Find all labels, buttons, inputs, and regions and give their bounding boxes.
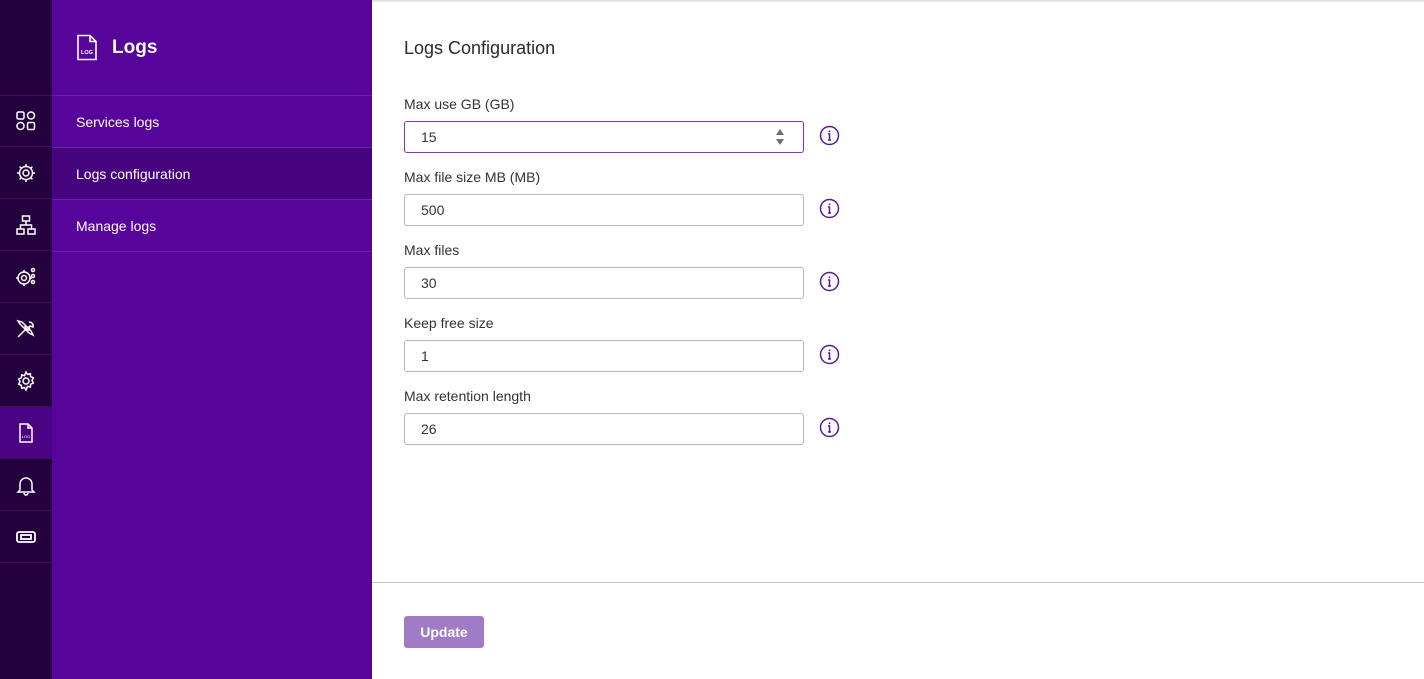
keep-free-size-input[interactable] xyxy=(404,340,804,372)
sidebar-header: LOG Logs xyxy=(52,0,372,96)
icon-rail: LOG xyxy=(0,0,52,679)
app-window: LOG LOG Logs Services logs Logs configur… xyxy=(0,0,1424,679)
settings-network-icon xyxy=(17,163,35,182)
advanced-settings-icon xyxy=(16,267,36,286)
max-retention-length-label: Max retention length xyxy=(404,388,531,404)
sidebar-item-manage-logs[interactable]: Manage logs xyxy=(52,200,372,252)
max-files-label: Max files xyxy=(404,242,460,258)
log-file-icon: LOG xyxy=(19,422,33,443)
number-spinner-icon[interactable] xyxy=(774,127,786,147)
ticket-icon xyxy=(16,530,36,543)
rail-item-logs[interactable]: LOG xyxy=(0,407,52,459)
update-button[interactable]: Update xyxy=(404,616,484,648)
footer-divider xyxy=(372,582,1424,583)
sidebar-item-services-logs[interactable]: Services logs xyxy=(52,96,372,148)
max-use-gb-label: Max use GB (GB) xyxy=(404,96,515,112)
top-shadow xyxy=(372,0,1424,3)
info-icon[interactable] xyxy=(819,198,840,219)
info-icon[interactable] xyxy=(819,417,840,438)
info-icon[interactable] xyxy=(819,271,840,292)
sidebar-item-logs-configuration[interactable]: Logs configuration xyxy=(52,148,372,200)
page-title: Logs Configuration xyxy=(404,38,556,58)
max-file-size-label: Max file size MB (MB) xyxy=(404,169,541,185)
max-retention-length-input[interactable] xyxy=(404,413,804,445)
rail-item-network[interactable] xyxy=(0,199,52,251)
info-icon[interactable] xyxy=(819,125,840,146)
max-use-gb-input[interactable] xyxy=(404,121,804,153)
rail-item-settings[interactable] xyxy=(0,355,52,407)
sidebar-title: Logs xyxy=(112,37,158,58)
info-icon[interactable] xyxy=(819,344,840,365)
rail-item-tools[interactable] xyxy=(0,303,52,355)
rail-item-notifications[interactable] xyxy=(0,459,52,511)
gear-icon xyxy=(17,369,35,392)
keep-free-size-label: Keep free size xyxy=(404,315,494,331)
max-files-input[interactable] xyxy=(404,267,804,299)
max-file-size-input[interactable] xyxy=(404,194,804,226)
svg-text:LOG: LOG xyxy=(22,434,30,439)
network-topology-icon xyxy=(16,214,36,235)
rail-item-tickets[interactable] xyxy=(0,511,52,563)
dashboard-icon xyxy=(16,111,36,131)
rail-item-advanced-settings[interactable] xyxy=(0,251,52,303)
bell-icon xyxy=(16,476,36,496)
logs-sidebar: LOG Logs Services logs Logs configuratio… xyxy=(52,0,372,679)
tools-icon xyxy=(16,319,35,338)
svg-text:LOG: LOG xyxy=(81,50,93,56)
main-content: Logs Configuration Max use GB (GB) Max f… xyxy=(372,0,1424,679)
rail-item-settings-network[interactable] xyxy=(0,147,52,199)
rail-item-dashboard[interactable] xyxy=(0,95,52,147)
log-file-icon: LOG xyxy=(77,34,97,61)
